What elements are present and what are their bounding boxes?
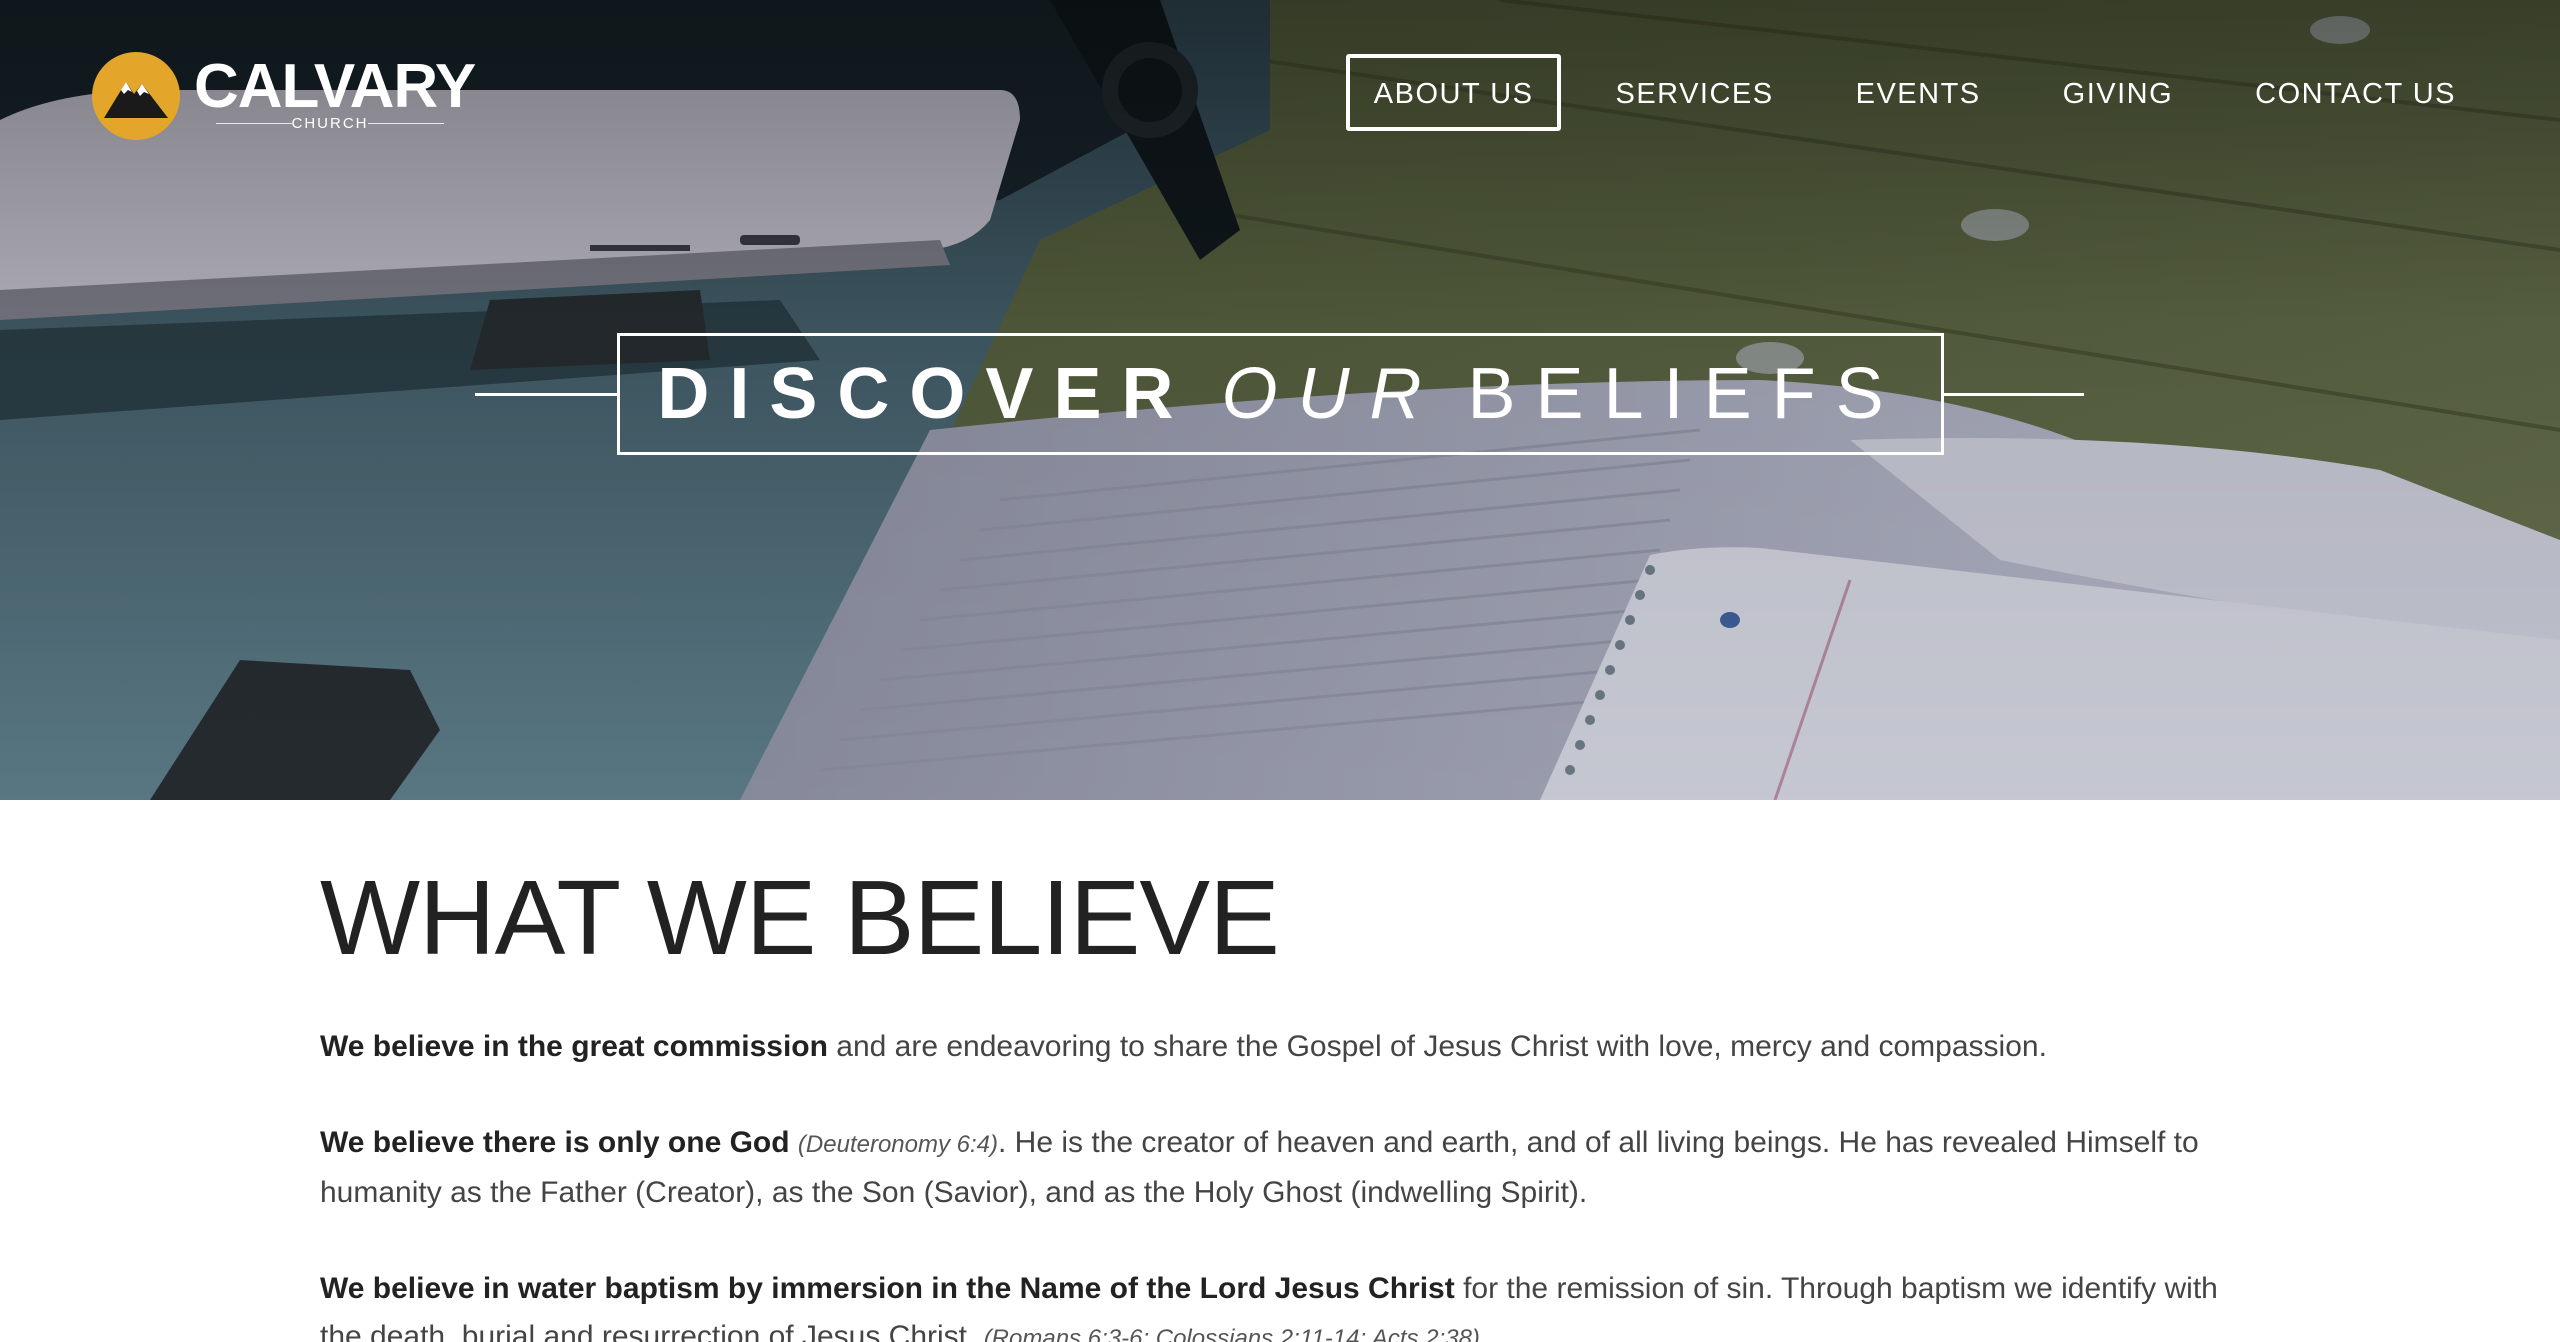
nav-item-giving[interactable]: GIVING [2035,54,2202,131]
belief-lead: We believe in the great commission [320,1030,828,1064]
scripture-reference: (Romans 6:3-6; Colossians 2:11-14; Acts … [983,1325,1480,1342]
hero-title-word-discover: DISCOVER [657,354,1194,434]
hero-title-word-beliefs: BELIEFS [1467,354,1904,434]
nav-item-contact-us[interactable]: CONTACT US [2227,54,2484,131]
hero-banner: CALVARY CHURCH ABOUT US SERVICES EVENTS … [0,0,2560,800]
belief-text: and are endeavoring to share the Gospel … [827,1030,2047,1064]
nav-item-events[interactable]: EVENTS [1828,54,2009,131]
main-nav: ABOUT US SERVICES EVENTS GIVING CONTACT … [1320,54,2484,131]
hero-title-rule-right [1944,393,2084,396]
mountain-icon [92,52,180,140]
nav-item-about-us[interactable]: ABOUT US [1345,54,1562,131]
belief-paragraph: We believe in water baptism by immersion… [320,1265,2240,1342]
belief-lead: We believe in water baptism by immersion… [320,1272,1455,1306]
logo[interactable]: CALVARY CHURCH [92,50,574,142]
page: CALVARY CHURCH ABOUT US SERVICES EVENTS … [0,0,2560,1342]
nav-item-services[interactable]: SERVICES [1587,54,1801,131]
logo-divider-right [368,123,444,124]
scripture-reference: (Deuteronomy 6:4) [797,1131,999,1159]
belief-paragraph: We believe there is only one God (Deuter… [320,1119,2240,1217]
beliefs-section: WHAT WE BELIEVE We believe in the great … [320,800,2250,1342]
logo-name: CALVARY [194,52,476,121]
logo-wordmark: CALVARY CHURCH [194,52,574,140]
belief-lead: We believe there is only one God [320,1126,790,1160]
hero-title-word-our: OUR [1221,354,1442,434]
hero-title: DISCOVER OUR BELIEFS [617,333,1944,455]
hero-title-rule-left [475,393,617,396]
section-title: WHAT WE BELIEVE [320,859,1280,977]
belief-paragraph: We believe in the great commission and a… [320,1023,2240,1071]
